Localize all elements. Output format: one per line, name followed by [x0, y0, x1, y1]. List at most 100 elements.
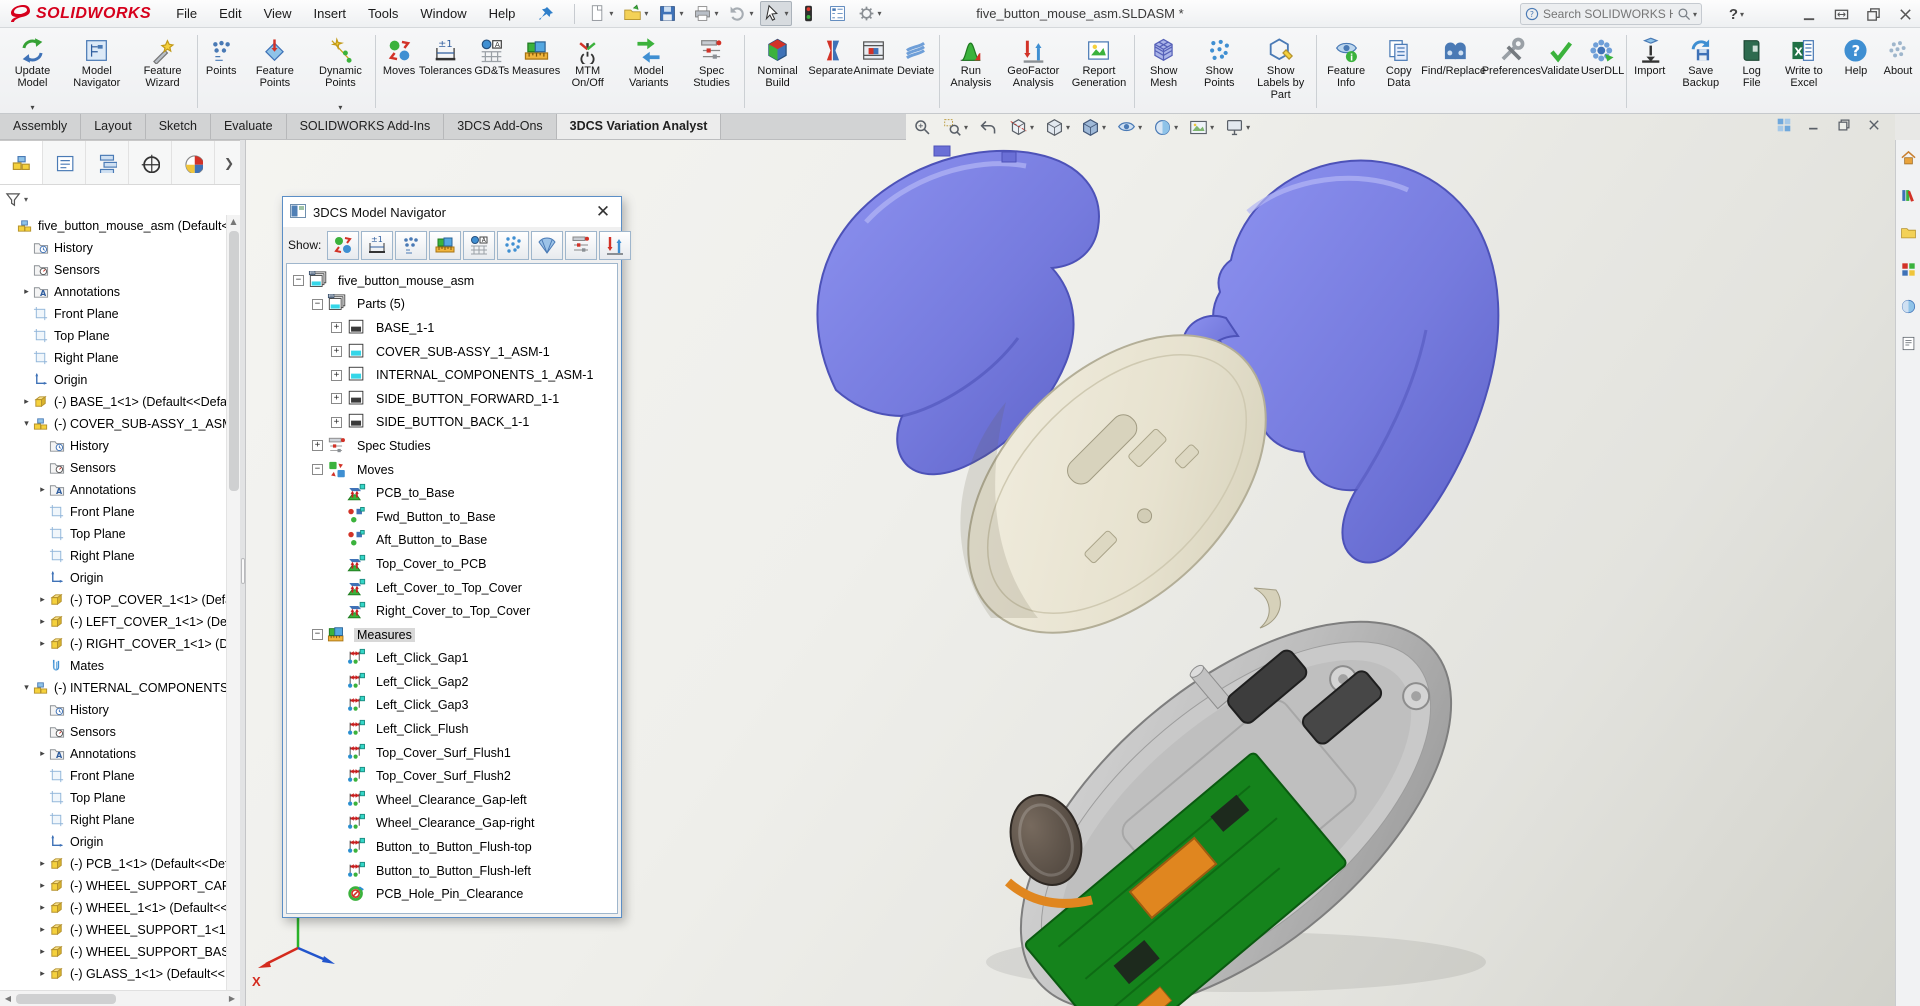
tree-item-annotations[interactable]: ▸ A Annotations	[0, 743, 226, 765]
splitter-grip[interactable]	[241, 558, 245, 584]
filter-caret[interactable]: ▾	[24, 195, 28, 204]
ribbon-spec-studies-button[interactable]: Spec Studies	[682, 30, 742, 113]
open-button[interactable]: ▾	[620, 1, 651, 26]
expander[interactable]: ▸	[36, 881, 49, 891]
doc-restore-icon[interactable]	[1837, 118, 1851, 137]
expander[interactable]: +	[331, 322, 342, 333]
ribbon-log-file-button[interactable]: Log File	[1731, 30, 1773, 113]
navigator-item-moves[interactable]: − Moves	[291, 458, 617, 482]
expander[interactable]: ▸	[36, 947, 49, 957]
zoom-to-area-button[interactable]: ▾	[942, 117, 969, 138]
show-moves-button[interactable]	[327, 231, 359, 260]
expander[interactable]: ▸	[36, 639, 49, 649]
navigator-item-internal-components-1-asm-1[interactable]: + INTERNAL_COMPONENTS_1_ASM-1	[291, 363, 617, 387]
ribbon-dynamic-points-button[interactable]: Dynamic Points▾	[308, 30, 374, 113]
view-settings-button[interactable]: ▾	[1224, 117, 1251, 138]
tree-item-annotations[interactable]: ▸ A Annotations	[0, 479, 226, 501]
taskpane-view-palette[interactable]	[1900, 261, 1917, 283]
show-spec-studies-button[interactable]	[565, 231, 597, 260]
tree-item-cover-sub-assy-1-asm-1[interactable]: ▾ (-) COVER_SUB-ASSY_1_ASM<1>	[0, 413, 226, 435]
expander[interactable]: −	[312, 629, 323, 640]
restore-button[interactable]	[1864, 5, 1882, 23]
undo-button[interactable]: ▾	[725, 1, 756, 26]
tree-item-sensors[interactable]: Sensors	[0, 457, 226, 479]
panel-expand-arrow[interactable]: ❯	[218, 141, 240, 184]
ribbon-moves-button[interactable]: Moves	[378, 30, 420, 113]
ribbon-help-button[interactable]: ? Help	[1835, 30, 1877, 113]
tree-item-origin[interactable]: Origin	[0, 369, 226, 391]
ribbon-show-mesh-button[interactable]: Show Mesh	[1137, 30, 1191, 113]
previous-view-button[interactable]	[978, 117, 999, 138]
menu-help[interactable]: Help	[478, 0, 527, 28]
ribbon-feature-info-button[interactable]: i Feature Info	[1318, 30, 1374, 113]
tab-layout[interactable]: Layout	[81, 114, 146, 139]
menu-file[interactable]: File	[165, 0, 208, 28]
print-button[interactable]: ▾	[690, 1, 721, 26]
select-button[interactable]: ▾	[760, 1, 791, 26]
navigator-item-fwd-button-to-base[interactable]: Fwd_Button_to_Base	[291, 505, 617, 529]
tree-item-origin[interactable]: Origin	[0, 831, 226, 853]
tree-item-front-plane[interactable]: Front Plane	[0, 303, 226, 325]
ribbon-run-analysis-button[interactable]: Run Analysis	[941, 30, 1000, 113]
expander[interactable]: −	[312, 464, 323, 475]
ribbon-userdll-button[interactable]: UserDLL	[1581, 30, 1624, 113]
ribbon-model-navigator-button[interactable]: Model Navigator	[64, 30, 130, 113]
navigator-item-side-button-back-1-1[interactable]: + SIDE_BUTTON_BACK_1-1	[291, 411, 617, 435]
menu-window[interactable]: Window	[409, 0, 477, 28]
tree-item-sensors[interactable]: Sensors	[0, 721, 226, 743]
panel-splitter[interactable]	[240, 140, 246, 1006]
expander[interactable]: ▸	[20, 287, 33, 297]
scroll-up-icon[interactable]: ▲	[227, 215, 240, 226]
navigator-item-parts-5[interactable]: − Parts (5)	[291, 293, 617, 317]
expander[interactable]: ▸	[36, 903, 49, 913]
navigator-item-top-cover-surf-flush1[interactable]: Top_Cover_Surf_Flush1	[291, 741, 617, 765]
panel-tab-display-manager[interactable]	[172, 141, 215, 184]
tree-item-top-cover-1-1-defaul[interactable]: ▸ (-) TOP_COVER_1<1> (Defaul	[0, 589, 226, 611]
show-tolerances-button[interactable]: ±1	[361, 231, 393, 260]
tree-item-top-plane[interactable]: Top Plane	[0, 787, 226, 809]
ribbon-tolerances-button[interactable]: ±1 Tolerances	[420, 30, 471, 113]
navigator-item-five-button-mouse-asm[interactable]: − five_button_mouse_asm	[291, 269, 617, 293]
navigator-item-left-click-gap1[interactable]: Left_Click_Gap1	[291, 647, 617, 671]
navigator-item-left-click-flush[interactable]: Left_Click_Flush	[291, 717, 617, 741]
filter-funnel-icon[interactable]	[5, 191, 22, 208]
menu-insert[interactable]: Insert	[303, 0, 358, 28]
tab-evaluate[interactable]: Evaluate	[211, 114, 287, 139]
tab-solidworks-add-ins[interactable]: SOLIDWORKS Add-Ins	[287, 114, 445, 139]
navigator-item-base-1-1[interactable]: + BASE_1-1	[291, 316, 617, 340]
search-dropdown-caret[interactable]: ▾	[1693, 10, 1697, 19]
menu-view[interactable]: View	[253, 0, 303, 28]
tree-item-glass-1-1-default-d[interactable]: ▸ (-) GLASS_1<1> (Default<<D	[0, 963, 226, 985]
new-document-button[interactable]: ▾	[585, 1, 616, 26]
navigator-item-measures[interactable]: − Measures	[291, 623, 617, 647]
tree-item-top-plane[interactable]: Top Plane	[0, 523, 226, 545]
pin-menu-icon[interactable]	[536, 4, 556, 24]
horizontal-scroll-thumb[interactable]	[16, 994, 116, 1004]
ribbon-nominal-build-button[interactable]: Nominal Build	[746, 30, 808, 113]
tree-item-history[interactable]: History	[0, 237, 226, 259]
panel-tab-feature-manager[interactable]	[0, 141, 43, 184]
ribbon-write-to-excel-button[interactable]: X Write to Excel	[1773, 30, 1835, 113]
menu-edit[interactable]: Edit	[208, 0, 252, 28]
display-style-button[interactable]: ▾	[1080, 117, 1107, 138]
expander[interactable]: ▸	[36, 969, 49, 979]
navigator-item-side-button-forward-1-1[interactable]: + SIDE_BUTTON_FORWARD_1-1	[291, 387, 617, 411]
taskpane-resources[interactable]	[1900, 150, 1917, 172]
model-navigator-dialog[interactable]: 3DCS Model Navigator ✕ Show: ±1A − five_…	[282, 196, 622, 918]
expander[interactable]: ▸	[36, 595, 49, 605]
expander[interactable]: −	[312, 299, 323, 310]
navigator-item-wheel-clearance-gap-right[interactable]: Wheel_Clearance_Gap-right	[291, 812, 617, 836]
search-box[interactable]: ? ▾	[1520, 3, 1702, 25]
ribbon-points-button[interactable]: Points	[200, 30, 242, 113]
tab-3dcs-add-ons[interactable]: 3DCS Add-Ons	[444, 114, 556, 139]
panel-tab-configuration-manager[interactable]	[86, 141, 129, 184]
options-list-button[interactable]	[825, 1, 850, 26]
panel-tab-property-manager[interactable]	[43, 141, 86, 184]
ribbon-report-generation-button[interactable]: Report Generation	[1066, 30, 1132, 113]
scroll-right-icon[interactable]: ▶	[224, 994, 240, 1003]
tile-windows-icon[interactable]	[1777, 118, 1791, 137]
tree-item-wheel-1-1-default-d[interactable]: ▸ (-) WHEEL_1<1> (Default<<D	[0, 897, 226, 919]
tree-item-front-plane[interactable]: Front Plane	[0, 765, 226, 787]
interference-check-button[interactable]	[796, 1, 821, 26]
menu-tools[interactable]: Tools	[357, 0, 409, 28]
